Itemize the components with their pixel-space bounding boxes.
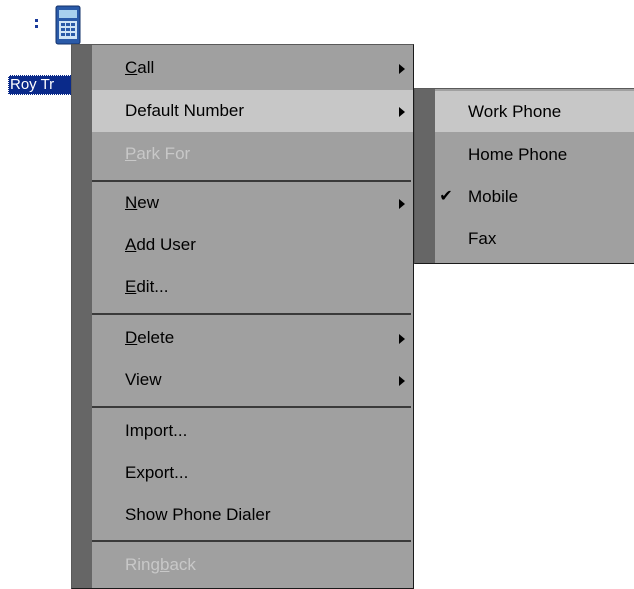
submenu-arrow-icon xyxy=(399,376,405,386)
menu-separator xyxy=(92,406,411,408)
menu-separator xyxy=(92,540,411,542)
menu-side-strip xyxy=(72,45,92,588)
submenu-arrow-icon xyxy=(399,199,405,209)
menu-item-add-user[interactable]: Add User xyxy=(92,224,413,266)
menu-item-park-for: Park For xyxy=(92,133,413,175)
menu-item-label: all xyxy=(137,58,155,77)
menu-item-label: elete xyxy=(137,328,175,347)
submenu-item-label: Fax xyxy=(468,229,497,248)
context-menu: Call Default Number Park For New Add Use… xyxy=(71,44,414,589)
menu-item-delete[interactable]: Delete xyxy=(92,317,413,359)
menu-item-show-phone-dialer[interactable]: Show Phone Dialer xyxy=(92,494,413,536)
menu-item-default-number[interactable]: Default Number xyxy=(92,90,413,132)
menu-item-mnemonic: D xyxy=(125,328,138,347)
submenu-arrow-icon xyxy=(399,334,405,344)
desktop-icon-label[interactable]: Roy Tr xyxy=(8,75,76,95)
menu-item-label: Default Number xyxy=(125,101,245,120)
menu-item-label: dit... xyxy=(136,277,169,296)
submenu-item-label: Home Phone xyxy=(468,145,568,164)
menu-item-mnemonic: N xyxy=(125,193,138,212)
menu-item-ringback: Ringback xyxy=(92,544,413,586)
menu-item-label: ack xyxy=(169,555,196,574)
submenu-item-work-phone[interactable]: Work Phone xyxy=(435,91,634,132)
submenu-item-fax[interactable]: Fax xyxy=(435,218,634,259)
submenu-item-label: Mobile xyxy=(468,187,519,206)
menu-separator xyxy=(92,313,411,315)
menu-item-call[interactable]: Call xyxy=(92,47,413,89)
checkmark-icon: ✔ xyxy=(439,188,453,205)
menu-item-edit[interactable]: Edit... xyxy=(92,266,413,308)
menu-item-label: Export... xyxy=(125,463,189,482)
menu-item-new[interactable]: New xyxy=(92,182,413,224)
menu-side-strip xyxy=(415,89,435,263)
menu-item-label-prefix: Ring xyxy=(125,555,160,574)
submenu-item-mobile[interactable]: ✔ Mobile xyxy=(435,176,634,217)
default-number-submenu: Work Phone Home Phone ✔ Mobile Fax xyxy=(414,88,634,264)
menu-item-mnemonic: P xyxy=(125,144,137,163)
menu-item-label: dd User xyxy=(136,235,196,254)
menu-item-label: ew xyxy=(137,193,160,212)
menu-item-mnemonic: A xyxy=(125,235,137,254)
menu-item-import[interactable]: Import... xyxy=(92,410,413,452)
submenu-arrow-icon xyxy=(399,64,405,74)
menu-item-label: View xyxy=(125,370,162,389)
menu-item-mnemonic: E xyxy=(125,277,137,296)
menu-item-label: Import... xyxy=(125,421,188,440)
submenu-arrow-icon xyxy=(399,107,405,117)
submenu-item-home-phone[interactable]: Home Phone xyxy=(435,134,634,175)
phone-device-icon[interactable] xyxy=(32,4,90,46)
menu-item-label: Show Phone Dialer xyxy=(125,505,271,524)
submenu-item-label: Work Phone xyxy=(468,102,562,121)
menu-item-view[interactable]: View xyxy=(92,359,413,401)
menu-item-mnemonic: C xyxy=(125,58,138,77)
menu-item-label: ark For xyxy=(136,144,191,163)
menu-item-export[interactable]: Export... xyxy=(92,452,413,494)
